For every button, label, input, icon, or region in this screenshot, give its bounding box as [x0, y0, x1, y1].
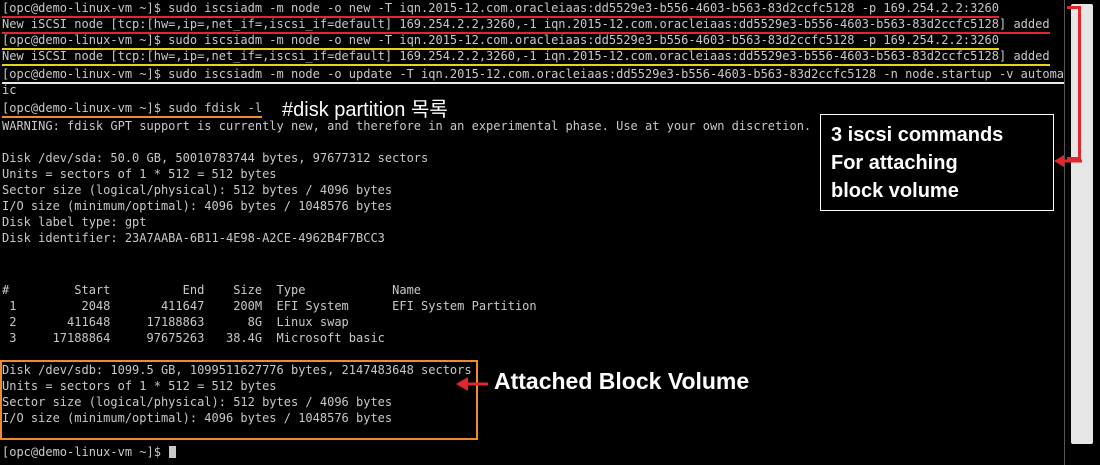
disk-partition-note: #disk partition 목록: [282, 99, 448, 121]
terminal-line-sector-size: Sector size (logical/physical): 512 byte…: [2, 183, 393, 197]
terminal-line-io-size: I/O size (minimum/optimal): 4096 bytes /…: [2, 199, 393, 213]
terminal-prompt-text: [opc@demo-linux-vm ~]$: [2, 445, 169, 459]
terminal-line-iscsi-update: [opc@demo-linux-vm ~]$ sudo iscsiadm -m …: [2, 66, 1064, 84]
text-cursor: [169, 446, 177, 458]
terminal-line-identifier: Disk identifier: 23A7AABA-6B11-4E98-A2CE…: [2, 231, 385, 245]
terminal-line-fdisk: [opc@demo-linux-vm ~]$ sudo fdisk -l: [2, 100, 263, 118]
partition-table-row: 1 2048 411647 200M EFI System EFI System…: [2, 299, 537, 313]
terminal-line-units: Units = sectors of 1 * 512 = 512 bytes: [2, 167, 277, 181]
attached-volume-highlight: [0, 360, 478, 440]
terminal-prompt[interactable]: [opc@demo-linux-vm ~]$: [2, 444, 177, 460]
terminal-line-label-type: Disk label type: gpt: [2, 215, 147, 229]
iscsi-commands-bracket: [1067, 6, 1081, 160]
terminal-line-node-added-2: New iSCSI node [tcp:[hw=,ip=,net_if=,isc…: [2, 48, 1050, 66]
iscsi-commands-callout: 3 iscsi commands For attaching block vol…: [820, 114, 1054, 211]
bracket-arrow-icon: [1054, 155, 1082, 167]
partition-table-row: 3 17188864 97675263 38.4G Microsoft basi…: [2, 331, 385, 345]
partition-table-row: 2 411648 17188863 8G Linux swap: [2, 315, 349, 329]
arrow-left-icon: [456, 377, 488, 391]
terminal-line-wrap: ic: [2, 83, 17, 97]
partition-table-header: # Start End Size Type Name: [2, 283, 422, 297]
terminal-line-disk-sda: Disk /dev/sda: 50.0 GB, 50010783744 byte…: [2, 151, 429, 165]
attached-block-volume-label: Attached Block Volume: [494, 368, 750, 394]
